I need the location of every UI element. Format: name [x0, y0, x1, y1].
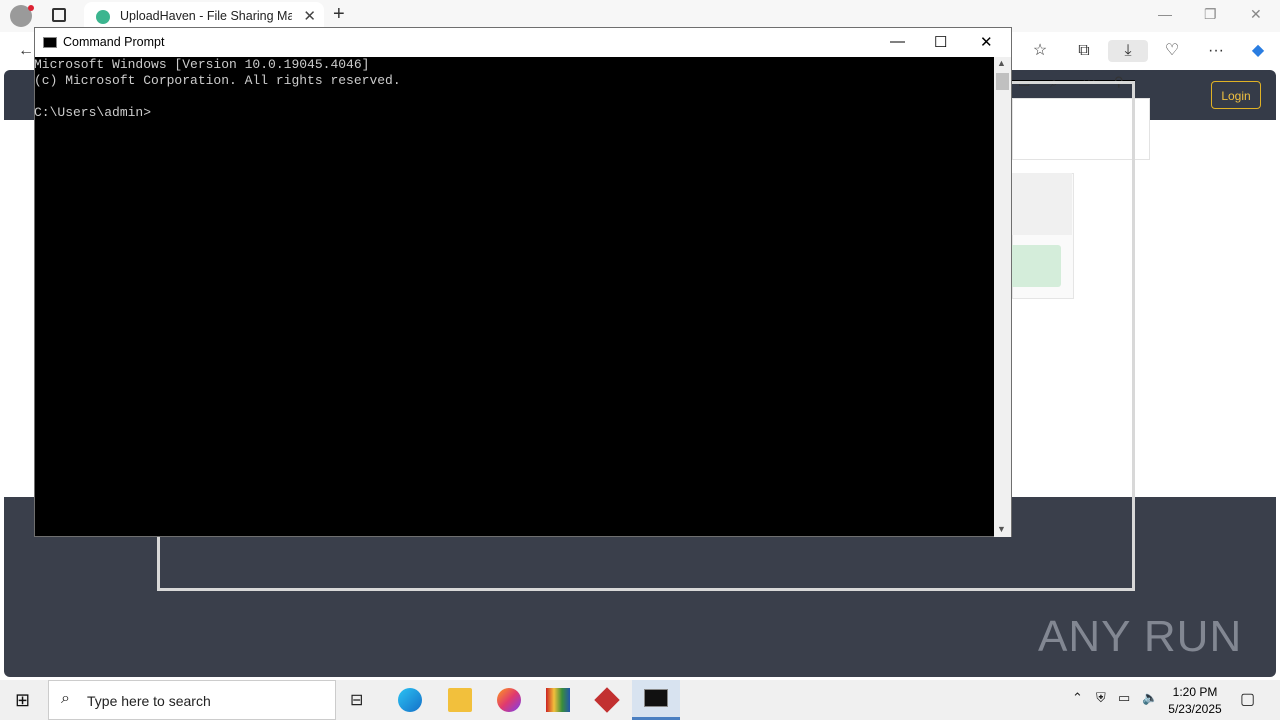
network-icon[interactable]: ▭	[1118, 690, 1130, 706]
security-tray-icon[interactable]: ⛨	[1096, 690, 1106, 706]
cmd-app-icon	[43, 37, 57, 48]
scroll-up-icon[interactable]: ▲	[997, 58, 1006, 68]
tab-close-icon[interactable]: ✕	[303, 7, 316, 25]
show-hidden-icons-icon[interactable]: ⌃	[1072, 690, 1083, 706]
copilot-icon[interactable]: ◆	[1246, 40, 1270, 62]
anyrun-watermark: ANY RUN	[1038, 612, 1243, 661]
notification-dot-icon	[28, 5, 34, 11]
command-prompt-title: Command Prompt	[63, 35, 165, 49]
tab-actions-icon[interactable]	[52, 8, 66, 22]
cmd-console-output[interactable]: Microsoft Windows [Version 10.0.19045.40…	[34, 57, 994, 537]
restore-browser-button[interactable]: ❐	[1204, 6, 1217, 23]
clock-time: 1:20 PM	[1172, 685, 1218, 699]
downloads-icon[interactable]: ⤓	[1108, 40, 1148, 62]
winrar-icon[interactable]	[546, 688, 570, 712]
cmd-scrollbar-thumb[interactable]	[996, 73, 1009, 90]
taskbar-search-box[interactable]: ⌕ Type here to search	[48, 680, 336, 720]
browser-essentials-icon[interactable]: ♡	[1160, 40, 1184, 62]
cmd-taskbar-button[interactable]	[632, 680, 680, 720]
clock-date: 5/23/2025	[1168, 702, 1222, 716]
taskbar-clock[interactable]: 1:20 PM 5/23/2025	[1160, 684, 1230, 718]
task-view-icon[interactable]: ⊟	[350, 690, 363, 710]
cmd-taskbar-icon	[644, 689, 668, 707]
more-options-icon[interactable]: ···	[1204, 40, 1228, 62]
notifications-icon[interactable]: ▢	[1240, 689, 1255, 709]
file-explorer-icon[interactable]	[448, 688, 472, 712]
minimize-browser-button[interactable]: —	[1158, 6, 1172, 22]
new-tab-button[interactable]: +	[333, 3, 345, 26]
edge-taskbar-icon[interactable]	[398, 688, 422, 712]
uploadhaven-favicon-icon	[96, 10, 110, 24]
firefox-icon[interactable]	[497, 688, 521, 712]
favorites-star-icon[interactable]: ☆	[1028, 40, 1052, 62]
command-prompt-titlebar[interactable]: Command Prompt	[35, 28, 1011, 57]
search-placeholder: Type here to search	[87, 693, 211, 709]
windows-start-icon[interactable]: ⊞	[15, 690, 30, 711]
collections-icon[interactable]: ⧉	[1072, 40, 1096, 62]
cmd-minimize-button[interactable]: —	[890, 33, 905, 50]
volume-icon[interactable]: 🔈	[1142, 690, 1158, 706]
cmd-close-button[interactable]: ✕	[980, 33, 993, 51]
tab-title: UploadHaven - File Sharing Made	[120, 9, 292, 23]
scroll-down-icon[interactable]: ▼	[997, 524, 1006, 534]
login-button[interactable]: Login	[1211, 81, 1261, 109]
cmd-maximize-button[interactable]: ☐	[934, 33, 947, 51]
search-icon: ⌕	[61, 690, 70, 707]
cmd-scrollbar[interactable]	[994, 57, 1011, 537]
close-browser-button[interactable]: ✕	[1250, 6, 1262, 23]
